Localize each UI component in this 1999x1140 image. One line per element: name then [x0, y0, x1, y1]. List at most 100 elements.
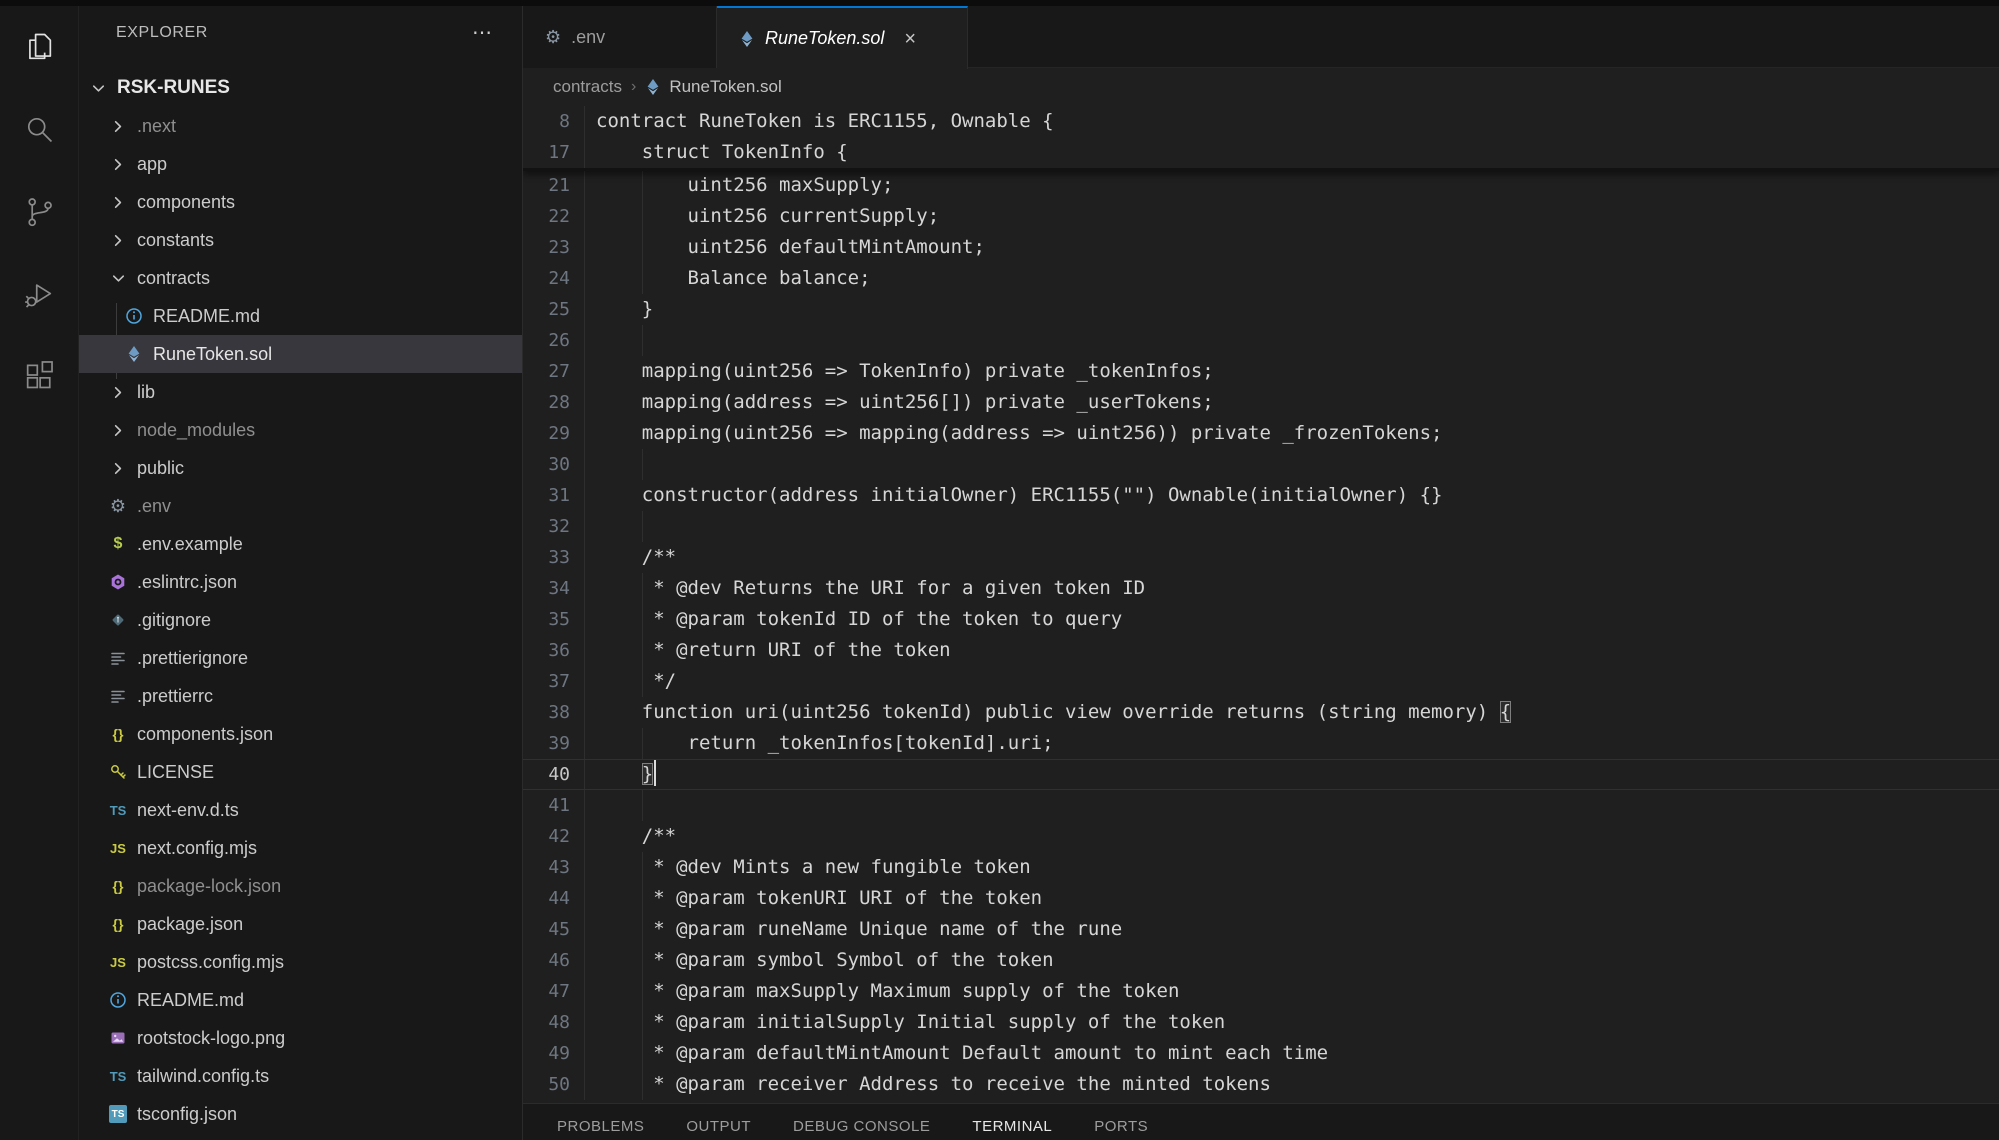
line-number[interactable]: 48 [523, 1007, 570, 1038]
line-number[interactable]: 36 [523, 635, 570, 666]
line-number[interactable]: 25 [523, 294, 570, 325]
line-number[interactable]: 46 [523, 945, 570, 976]
tree-item-app[interactable]: app [79, 145, 522, 183]
code-line-39[interactable]: 39 return _tokenInfos[tokenId].uri; [523, 728, 1999, 759]
tree-item-postcss-config-mjs[interactable]: JSpostcss.config.mjs [79, 943, 522, 981]
line-number[interactable]: 26 [523, 325, 570, 356]
line-number[interactable]: 29 [523, 418, 570, 449]
tab-runetoken-sol[interactable]: RuneToken.sol × [717, 6, 968, 69]
line-number[interactable]: 28 [523, 387, 570, 418]
tree-item-next-env-d-ts[interactable]: TSnext-env.d.ts [79, 791, 522, 829]
line-number[interactable]: 32 [523, 511, 570, 542]
breadcrumb-folder[interactable]: contracts [553, 77, 622, 97]
line-number[interactable]: 40 [523, 760, 570, 789]
code-line-37[interactable]: 37 */ [523, 666, 1999, 697]
line-number[interactable]: 30 [523, 449, 570, 480]
tree-item--gitignore[interactable]: .gitignore [79, 601, 522, 639]
line-number[interactable]: 22 [523, 201, 570, 232]
tree-item-tailwind-config-ts[interactable]: TStailwind.config.ts [79, 1057, 522, 1095]
code-line-24[interactable]: 24 Balance balance; [523, 263, 1999, 294]
line-number[interactable]: 31 [523, 480, 570, 511]
code-line-40[interactable]: 40 } [523, 759, 1999, 790]
code-line-50[interactable]: 50 * @param receiver Address to receive … [523, 1069, 1999, 1100]
code-line-47[interactable]: 47 * @param maxSupply Maximum supply of … [523, 976, 1999, 1007]
line-number[interactable]: 34 [523, 573, 570, 604]
code-line-31[interactable]: 31 constructor(address initialOwner) ERC… [523, 480, 1999, 511]
tree-item-contracts[interactable]: contracts [79, 259, 522, 297]
tree-item-next-config-mjs[interactable]: JSnext.config.mjs [79, 829, 522, 867]
tree-item-components[interactable]: components [79, 183, 522, 221]
tree-root-RSK-RUNES[interactable]: RSK-RUNES [79, 69, 522, 107]
line-number[interactable]: 35 [523, 604, 570, 635]
code-line-41[interactable]: 41 [523, 790, 1999, 821]
code-line-26[interactable]: 26 [523, 325, 1999, 356]
tree-item-components-json[interactable]: {}components.json [79, 715, 522, 753]
code-line-28[interactable]: 28 mapping(address => uint256[]) private… [523, 387, 1999, 418]
code-line-35[interactable]: 35 * @param tokenId ID of the token to q… [523, 604, 1999, 635]
tree-item-lib[interactable]: lib [79, 373, 522, 411]
activity-explorer[interactable] [0, 6, 79, 88]
activity-run-debug[interactable] [0, 252, 79, 334]
activity-source-control[interactable] [0, 170, 79, 252]
code-line-32[interactable]: 32 [523, 511, 1999, 542]
code-line-38[interactable]: 38 function uri(uint256 tokenId) public … [523, 697, 1999, 728]
line-number[interactable]: 39 [523, 728, 570, 759]
line-number[interactable]: 38 [523, 697, 570, 728]
line-number[interactable]: 41 [523, 790, 570, 821]
code-line-49[interactable]: 49 * @param defaultMintAmount Default am… [523, 1038, 1999, 1069]
more-actions-icon[interactable]: ⋯ [472, 28, 494, 38]
line-number[interactable]: 43 [523, 852, 570, 883]
code-line-25[interactable]: 25 } [523, 294, 1999, 325]
code-line-29[interactable]: 29 mapping(uint256 => mapping(address =>… [523, 418, 1999, 449]
line-number[interactable]: 23 [523, 232, 570, 263]
breadcrumb-file[interactable]: RuneToken.sol [669, 77, 781, 97]
line-number[interactable]: 24 [523, 263, 570, 294]
line-number[interactable]: 37 [523, 666, 570, 697]
code-line-33[interactable]: 33 /** [523, 542, 1999, 573]
code-line-27[interactable]: 27 mapping(uint256 => TokenInfo) private… [523, 356, 1999, 387]
code-line-43[interactable]: 43 * @dev Mints a new fungible token [523, 852, 1999, 883]
tree-item-node-modules[interactable]: node_modules [79, 411, 522, 449]
code-editor[interactable]: 21 uint256 maxSupply;22 uint256 currentS… [523, 106, 1999, 1109]
panel-tab-debug-console[interactable]: DEBUG CONSOLE [793, 1118, 930, 1135]
code-line-22[interactable]: 22 uint256 currentSupply; [523, 201, 1999, 232]
close-icon[interactable]: × [902, 29, 918, 49]
panel-tab-terminal[interactable]: TERMINAL [972, 1118, 1052, 1135]
code-line-45[interactable]: 45 * @param runeName Unique name of the … [523, 914, 1999, 945]
line-number[interactable]: 44 [523, 883, 570, 914]
line-number[interactable]: 47 [523, 976, 570, 1007]
code-line-30[interactable]: 30 [523, 449, 1999, 480]
line-number[interactable]: 27 [523, 356, 570, 387]
tree-item-readme-md[interactable]: README.md [79, 297, 522, 335]
tree-item-package-json[interactable]: {}package.json [79, 905, 522, 943]
code-line-44[interactable]: 44 * @param tokenURI URI of the token [523, 883, 1999, 914]
tree-item--prettierrc[interactable]: .prettierrc [79, 677, 522, 715]
tree-item-constants[interactable]: constants [79, 221, 522, 259]
tree-item-package-lock-json[interactable]: {}package-lock.json [79, 867, 522, 905]
sticky-line-8[interactable]: 8contract RuneToken is ERC1155, Ownable … [523, 106, 1999, 137]
tree-item-readme-md[interactable]: README.md [79, 981, 522, 1019]
line-number[interactable]: 50 [523, 1069, 570, 1100]
code-line-46[interactable]: 46 * @param symbol Symbol of the token [523, 945, 1999, 976]
tree-item--next[interactable]: .next [79, 107, 522, 145]
panel-tab-output[interactable]: OUTPUT [686, 1118, 751, 1135]
tree-item-rootstock-logo-png[interactable]: rootstock-logo.png [79, 1019, 522, 1057]
tree-item--eslintrc-json[interactable]: .eslintrc.json [79, 563, 522, 601]
panel-tab-ports[interactable]: PORTS [1094, 1118, 1148, 1135]
code-line-21[interactable]: 21 uint256 maxSupply; [523, 170, 1999, 201]
code-line-23[interactable]: 23 uint256 defaultMintAmount; [523, 232, 1999, 263]
code-line-48[interactable]: 48 * @param initialSupply Initial supply… [523, 1007, 1999, 1038]
tree-item-tsconfig-json[interactable]: TStsconfig.json [79, 1095, 522, 1133]
tree-item--prettierignore[interactable]: .prettierignore [79, 639, 522, 677]
line-number[interactable]: 45 [523, 914, 570, 945]
tree-item--env[interactable]: ⚙.env [79, 487, 522, 525]
line-number[interactable]: 21 [523, 170, 570, 201]
code-line-36[interactable]: 36 * @return URI of the token [523, 635, 1999, 666]
tree-item--env-example[interactable]: $.env.example [79, 525, 522, 563]
code-line-42[interactable]: 42 /** [523, 821, 1999, 852]
tree-item-license[interactable]: LICENSE [79, 753, 522, 791]
code-line-34[interactable]: 34 * @dev Returns the URI for a given to… [523, 573, 1999, 604]
tab-env[interactable]: ⚙ .env [523, 6, 717, 68]
line-number[interactable]: 42 [523, 821, 570, 852]
sticky-line-17[interactable]: 17 struct TokenInfo { [523, 137, 1999, 168]
